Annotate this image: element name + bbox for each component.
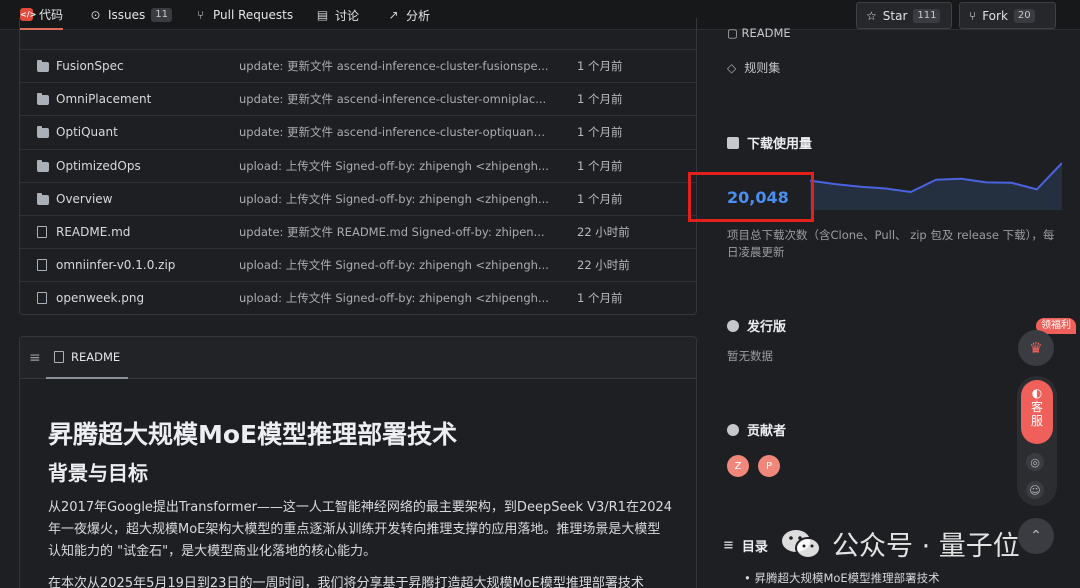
toc-item[interactable]: • 昇腾超大规模MoE模型推理部署技术 (744, 570, 940, 586)
file-icon (54, 351, 64, 363)
tag-icon: ◇ (727, 60, 737, 75)
rules-label: 规则集 (744, 61, 781, 75)
file-name[interactable]: OptimizedOps (56, 159, 141, 173)
readme-subheading: 背景与目标 (48, 461, 148, 485)
commit-time: 1 个月前 (577, 92, 623, 107)
release-title: 发行版 (727, 316, 786, 335)
table-row[interactable]: OptimizedOps upload: 上传文件 Signed-off-by: … (20, 148, 696, 182)
arrow-up-icon: ⌃ (1030, 528, 1042, 544)
readme-link-partial[interactable]: ▢ README (727, 26, 791, 40)
readme-panel: ≡ README 昇腾超大规模MoE模型推理部署技术 背景与目标 从2017年G… (19, 336, 697, 588)
back-to-top-button[interactable]: ⌃ (1018, 518, 1054, 554)
commit-time: 1 个月前 (577, 125, 623, 140)
release-title-label: 发行版 (747, 320, 787, 335)
file-name[interactable]: Overview (56, 192, 113, 206)
commit-message[interactable]: update: 更新文件 ascend-inference-cluster-op… (239, 124, 549, 140)
feedback-button[interactable]: ◎ (1026, 453, 1044, 471)
watermark-text: 公众号 · 量子位 (832, 531, 1020, 562)
zip-file-icon (37, 259, 47, 272)
download-icon (727, 136, 739, 149)
contributors-title-label: 贡献者 (747, 424, 787, 439)
commit-time: 1 个月前 (577, 291, 623, 306)
table-row[interactable]: README.md update: 更新文件 README.md Signed-o… (20, 215, 696, 248)
readme-tab-label: README (71, 350, 121, 364)
wechat-icon (782, 529, 821, 559)
readme-paragraph-2: 在本次从2025年5月19日到23日的一周时间，我们将分享基于昇腾打造超大规模M… (48, 576, 644, 588)
file-row-partial (20, 18, 696, 35)
commit-time: 1 个月前 (577, 191, 623, 206)
readme-tab[interactable]: README (46, 337, 129, 379)
trophy-icon: ♛ (1029, 339, 1043, 357)
info-icon (727, 319, 739, 332)
toc-item-label: 昇腾超大规模MoE模型推理部署技术 (754, 571, 940, 585)
folder-icon (37, 192, 49, 205)
toc-title-label: 目录 (741, 540, 768, 555)
downloads-note-line-2: 日凌晨更新 (727, 245, 785, 259)
readme-header: ≡ README (20, 337, 696, 379)
release-empty: 暂无数据 (727, 349, 773, 363)
table-row[interactable]: Overview upload: 上传文件 Signed-off-by: zhip… (20, 181, 696, 215)
folder-icon (37, 126, 49, 139)
toc-title: ≡ 目录 (723, 536, 768, 555)
commit-message[interactable]: update: 更新文件 ascend-inference-cluster-om… (239, 91, 549, 107)
table-row[interactable]: omniinfer-v0.1.0.zip upload: 上传文件 Signed-… (20, 248, 696, 281)
commit-message[interactable]: upload: 上传文件 Signed-off-by: zhipengh <zh… (239, 290, 549, 306)
avatar[interactable]: P (758, 455, 780, 477)
commit-time: 1 个月前 (577, 158, 623, 173)
watermark: 公众号 · 量子位 (780, 524, 1020, 563)
commit-time: 22 小时前 (577, 225, 630, 239)
downloads-title-label: 下载使用量 (747, 137, 813, 152)
file-name[interactable]: FusionSpec (56, 59, 124, 73)
commit-message[interactable]: update: 更新文件 README.md Signed-off-by: zh… (239, 224, 549, 240)
file-icon (37, 226, 47, 238)
list-icon: ≡ (723, 538, 734, 553)
file-name[interactable]: omniinfer-v0.1.0.zip (56, 258, 175, 272)
table-row[interactable]: openweek.png upload: 上传文件 Signed-off-by: … (20, 281, 696, 314)
avatar[interactable]: Z (727, 455, 749, 477)
folder-icon (37, 159, 49, 172)
file-list: FusionSpec update: 更新文件 ascend-inference-… (19, 18, 697, 315)
folder-icon (37, 93, 49, 106)
highlight-box (688, 172, 814, 222)
commit-time: 22 小时前 (577, 258, 630, 273)
table-row[interactable]: OmniPlacement update: 更新文件 ascend-inferen… (20, 82, 696, 115)
folder-icon (37, 60, 49, 72)
commit-message[interactable]: update: 更新文件 ascend-inference-cluster-fu… (239, 58, 549, 74)
contributors-title: 贡献者 (727, 420, 786, 439)
file-name[interactable]: README.md (56, 225, 130, 239)
menu-icon[interactable]: ≡ (29, 350, 41, 366)
customer-service-button[interactable]: ◐ 客 服 (1021, 380, 1053, 444)
smile-icon: ☺ (1029, 483, 1041, 497)
downloads-sparkline (810, 162, 1062, 210)
image-file-icon (37, 292, 47, 305)
commit-message[interactable]: upload: 上传文件 Signed-off-by: zhipengh <zh… (239, 191, 549, 207)
downloads-title: 下载使用量 (727, 133, 812, 152)
users-icon (727, 423, 739, 436)
emoji-button[interactable]: ☺ (1026, 481, 1044, 499)
table-row[interactable]: OptiQuant update: 更新文件 ascend-inference-c… (20, 115, 696, 148)
downloads-note-line-1: 项目总下载次数（含Clone、Pull、 zip 包及 release 下载），… (727, 228, 1055, 242)
trophy-button[interactable]: ♛ (1018, 330, 1054, 366)
readme-heading: 昇腾超大规模MoE模型推理部署技术 (48, 420, 458, 449)
commit-message[interactable]: upload: 上传文件 Signed-off-by: zhipengh <zh… (239, 257, 549, 273)
table-row[interactable]: FusionSpec update: 更新文件 ascend-inference-… (20, 49, 696, 82)
file-name[interactable]: openweek.png (56, 291, 144, 305)
file-name[interactable]: OmniPlacement (56, 92, 151, 106)
headset-icon: ◐ (1031, 386, 1043, 400)
readme-paragraph: 从2017年Google提出Transformer——这一人工智能神经网络的最主… (48, 500, 673, 559)
customer-service-label-1: 客 (1030, 400, 1043, 414)
commit-message[interactable]: upload: 上传文件 Signed-off-by: zhipengh <zh… (239, 158, 549, 174)
file-name[interactable]: OptiQuant (56, 125, 118, 139)
feedback-icon: ◎ (1030, 455, 1040, 469)
customer-service-label-2: 服 (1030, 414, 1043, 428)
rules-link[interactable]: ◇ 规则集 (727, 59, 780, 76)
commit-time: 1 个月前 (577, 59, 623, 73)
